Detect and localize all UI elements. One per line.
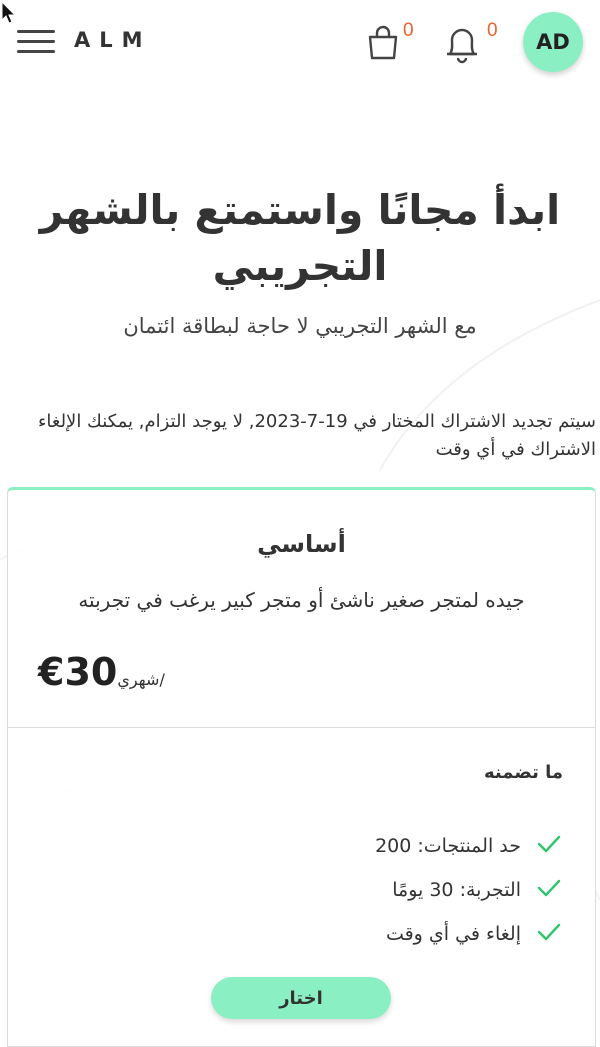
plan-price: €30 (38, 650, 118, 694)
notifications-button[interactable]: 0 (440, 20, 498, 64)
cart-button[interactable]: 0 (366, 20, 414, 64)
plan-period: /شهري (117, 670, 165, 689)
feature-label: حد المنتجات: 200 (375, 835, 521, 857)
plan-price-row: €30 /شهري (38, 650, 165, 710)
avatar[interactable]: AD (523, 12, 583, 72)
feature-item: التجربة: 30 يومًا (375, 868, 561, 912)
plan-description: جيده لمتجر صغير ناشئ أو متجر كبير يرغب ف… (78, 588, 525, 612)
logo[interactable]: ALM (74, 28, 152, 52)
page-title: ابدأ مجانًا واستمتع بالشهر التجريبي (39, 186, 561, 290)
renewal-notice: سيتم تجديد الاشتراك المختار في 19-7-2023… (37, 411, 596, 460)
check-icon (533, 834, 561, 859)
plan-card: أساسي جيده لمتجر صغير ناشئ أو متجر كبير … (7, 487, 596, 1047)
feature-item: إلغاء في أي وقت (375, 912, 561, 956)
page-subtitle: مع الشهر التجريبي لا حاجة لبطاقة ائتمان (123, 314, 477, 338)
feature-item: حد المنتجات: 200 (375, 824, 561, 868)
notification-count-badge: 0 (487, 20, 498, 41)
bell-icon (447, 28, 477, 64)
cart-count-badge: 0 (403, 20, 414, 41)
top-header: ALM 0 0 AD (0, 0, 600, 82)
includes-title: ما تضمنه (484, 762, 563, 783)
feature-label: إلغاء في أي وقت (385, 923, 521, 945)
feature-label: التجربة: 30 يومًا (392, 879, 521, 901)
divider (8, 727, 595, 728)
choose-plan-button[interactable]: اختار (211, 977, 391, 1019)
plan-name: أساسي (257, 530, 346, 558)
feature-list: حد المنتجات: 200 التجربة: 30 يومًا إلغاء… (375, 824, 561, 956)
mouse-cursor-icon (1, 1, 17, 24)
check-icon (533, 878, 561, 903)
shopping-bag-icon (368, 25, 398, 60)
menu-icon[interactable] (17, 30, 57, 56)
check-icon (533, 922, 561, 947)
